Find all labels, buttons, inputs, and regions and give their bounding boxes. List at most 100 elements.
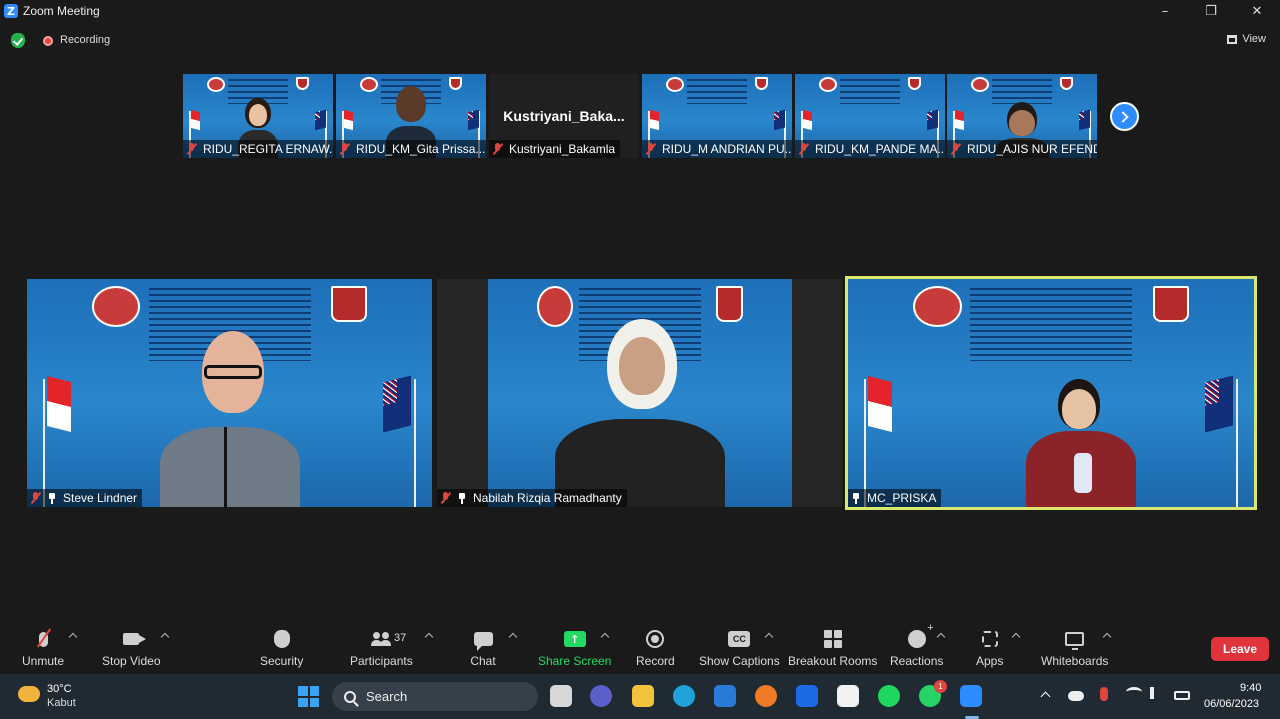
filmstrip-tile[interactable]: RIDU_REGITA ERNAW... xyxy=(183,74,333,158)
video-camera-icon xyxy=(123,633,147,645)
chat-bubble-icon xyxy=(473,632,493,651)
participant-name-label: RIDU_REGITA ERNAW... xyxy=(183,140,333,158)
muted-mic-icon xyxy=(440,492,452,504)
firefox-icon[interactable] xyxy=(755,685,777,707)
battery-icon[interactable] xyxy=(1174,691,1190,700)
muted-mic-icon xyxy=(950,143,962,155)
encryption-shield-icon[interactable] xyxy=(11,33,25,48)
participant-name-label: RIDU_KM_PANDE MA... xyxy=(795,140,945,158)
participants-options-caret[interactable] xyxy=(424,632,434,642)
meeting-toolbar: Unmute Stop Video Security Participants … xyxy=(0,622,1280,674)
filmstrip-tile[interactable]: RIDU_KM_PANDE MA... xyxy=(795,74,945,158)
participant-video xyxy=(555,319,725,507)
title-bar: Z Zoom Meeting – ❐ ✕ xyxy=(0,0,1280,22)
task-view-icon[interactable] xyxy=(550,685,572,707)
weather-haze-icon[interactable] xyxy=(18,686,40,702)
spotify-icon[interactable] xyxy=(878,685,900,707)
muted-mic-icon xyxy=(645,143,657,155)
restore-button[interactable]: ❐ xyxy=(1188,0,1234,22)
stop-video-button[interactable]: Stop Video xyxy=(102,628,161,668)
video-options-caret[interactable] xyxy=(160,632,170,642)
edge-browser-icon[interactable] xyxy=(673,685,695,707)
video-tile[interactable]: MC_PRISKA xyxy=(848,279,1254,507)
filmstrip-next-button[interactable] xyxy=(1110,102,1139,131)
taskbar-search[interactable]: Search xyxy=(332,682,538,711)
unmute-button[interactable]: Unmute xyxy=(22,628,64,668)
participants-count: 37 xyxy=(394,632,407,644)
apps-options-caret[interactable] xyxy=(1011,632,1021,642)
breakout-rooms-button[interactable]: Breakout Rooms xyxy=(788,628,877,668)
chevron-right-icon xyxy=(1117,110,1129,123)
record-button[interactable]: Record xyxy=(636,628,675,668)
audio-options-caret[interactable] xyxy=(68,632,78,642)
zoom-logo-icon: Z xyxy=(4,4,18,18)
meeting-info-bar: Recording View xyxy=(0,28,1280,54)
share-screen-button[interactable]: ↑ Share Screen xyxy=(538,628,611,668)
recording-dot-icon xyxy=(43,36,53,46)
filmstrip-tile[interactable]: Kustriyani_Baka... Kustriyani_Bakamla xyxy=(489,74,639,158)
pin-icon xyxy=(457,492,467,504)
windows-start-icon[interactable] xyxy=(298,686,319,707)
chat-button[interactable]: Chat xyxy=(470,628,496,668)
muted-mic-icon xyxy=(492,143,504,155)
whiteboard-icon xyxy=(1065,632,1085,650)
clock-date[interactable]: 06/06/2023 xyxy=(1204,698,1259,710)
whiteboards-button[interactable]: Whiteboards xyxy=(1041,628,1108,668)
participant-name-label: MC_PRISKA xyxy=(848,489,942,507)
dropbox-icon[interactable] xyxy=(796,685,818,707)
filmstrip-tile[interactable]: RIDU_M ANDRIAN PU... xyxy=(642,74,792,158)
speaker-icon[interactable] xyxy=(1150,687,1162,699)
participant-name-label: RIDU_KM_Gita Prissa... xyxy=(336,140,486,158)
chat-options-caret[interactable] xyxy=(508,632,518,642)
participant-name-label: Steve Lindner xyxy=(27,489,143,507)
share-screen-icon: ↑ xyxy=(563,631,586,647)
muted-mic-icon xyxy=(339,143,351,155)
window-controls: – ❐ ✕ xyxy=(1142,0,1280,22)
windows-taskbar: 30°C Kabut Search 9:40 06/06/2023 xyxy=(0,674,1280,719)
muted-mic-icon xyxy=(798,143,810,155)
leave-button[interactable]: Leave xyxy=(1211,637,1269,661)
video-tile[interactable]: Nabilah Rizqia Ramadhanty xyxy=(437,279,842,507)
participant-video xyxy=(1018,379,1148,507)
microphone-in-use-icon[interactable] xyxy=(1100,687,1108,701)
teams-chat-icon[interactable] xyxy=(590,685,612,707)
onedrive-cloud-icon[interactable] xyxy=(1068,691,1084,701)
apps-icon xyxy=(981,631,998,647)
participant-display-name: Kustriyani_Baka... xyxy=(503,108,625,124)
weather-temperature[interactable]: 30°C xyxy=(47,683,72,695)
pin-icon xyxy=(851,492,861,504)
participant-name-label: Nabilah Rizqia Ramadhanty xyxy=(437,489,627,507)
participant-name-label: Kustriyani_Bakamla xyxy=(489,140,621,158)
reactions-button[interactable]: Reactions xyxy=(890,622,943,668)
filmstrip-tile[interactable]: RIDU_KM_Gita Prissa... xyxy=(336,74,486,158)
clock-time[interactable]: 9:40 xyxy=(1240,682,1261,694)
recording-label[interactable]: Recording xyxy=(60,34,110,46)
zoom-taskbar-icon[interactable] xyxy=(960,685,982,707)
zoom-window: Z Zoom Meeting – ❐ ✕ Recording View RIDU… xyxy=(0,0,1280,719)
view-label: View xyxy=(1242,33,1266,45)
video-frame xyxy=(488,279,792,507)
view-icon xyxy=(1227,34,1238,44)
captions-icon: CC xyxy=(728,631,751,647)
participant-name-label: RIDU_AJIS NUR EFENDI xyxy=(947,140,1097,158)
video-tile[interactable]: Steve Lindner xyxy=(27,279,432,507)
amazon-icon[interactable] xyxy=(837,685,859,707)
show-hidden-icons-chevron[interactable] xyxy=(1040,691,1051,702)
mail-icon[interactable] xyxy=(714,685,736,707)
close-button[interactable]: ✕ xyxy=(1234,0,1280,22)
apps-button[interactable]: Apps xyxy=(976,628,1003,668)
weather-condition[interactable]: Kabut xyxy=(47,697,76,709)
window-title: Zoom Meeting xyxy=(23,4,100,18)
view-button[interactable]: View xyxy=(1227,33,1266,45)
participants-icon xyxy=(371,632,391,646)
whatsapp-notification-badge: 1 xyxy=(934,680,947,693)
filmstrip-tile[interactable]: RIDU_AJIS NUR EFENDI xyxy=(947,74,1097,158)
muted-mic-icon xyxy=(30,492,42,504)
pin-icon xyxy=(47,492,57,504)
file-explorer-icon[interactable] xyxy=(632,685,654,707)
breakout-rooms-icon xyxy=(823,630,842,648)
wifi-icon[interactable] xyxy=(1126,687,1142,697)
search-placeholder: Search xyxy=(366,689,408,704)
minimize-button[interactable]: – xyxy=(1142,0,1188,22)
security-button[interactable]: Security xyxy=(260,628,303,668)
